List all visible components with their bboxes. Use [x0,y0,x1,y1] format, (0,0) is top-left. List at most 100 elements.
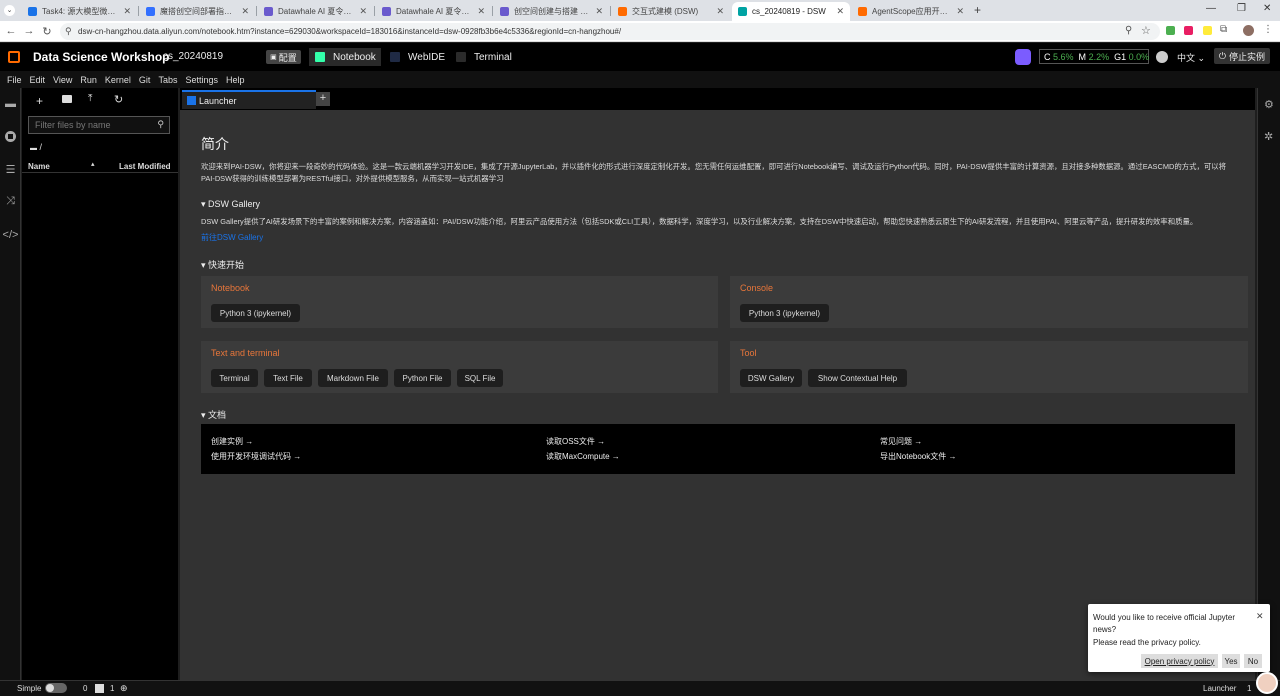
folder-icon[interactable]: ▬ [4,97,17,110]
open-privacy-policy-button[interactable]: Open privacy policy [1141,654,1218,668]
instance-name: cs_20240819 [163,51,224,62]
column-header-modified[interactable]: Last Modified [119,162,171,171]
browser-tab[interactable]: Datawhale AI 夏令营第四期 - 大模型应用开发✕ [376,2,491,21]
assistant-avatar[interactable] [1256,672,1278,694]
site-info-icon[interactable]: ⚲ [65,26,72,37]
menu-view[interactable]: View [53,75,72,85]
close-icon[interactable]: ✕ [123,6,131,17]
new-folder-icon[interactable] [62,95,72,103]
docs-section-toggle[interactable]: ▾ 文档 [201,408,226,421]
upload-icon[interactable]: ⤒ [88,93,92,104]
close-icon[interactable]: ✕ [716,6,724,17]
code-icon[interactable]: </> [3,228,19,241]
maximize-icon[interactable]: ❐ [1237,3,1246,14]
browser-tab[interactable]: Datawhale AI 夏令营第四期 - 大模型应用开发✕ [258,2,373,21]
gallery-section-toggle[interactable]: ▾ DSW Gallery [201,199,260,210]
forward-icon[interactable]: → [22,25,36,37]
property-inspector-icon[interactable]: ⚙ [1264,98,1274,111]
new-launcher-icon[interactable]: + [36,94,43,108]
address-bar: ← → ↻ dsw-cn-hangzhou.data.aliyun.com/no… [0,21,1280,42]
tab-webide[interactable]: WebIDE [386,48,448,66]
config-button[interactable]: ▣ 配置 [266,50,301,64]
doc-link[interactable]: 创建实例 → [211,436,253,447]
close-icon[interactable]: ✕ [359,6,367,17]
url-input[interactable]: dsw-cn-hangzhou.data.aliyun.com/notebook… [60,23,1160,40]
globe-icon[interactable]: ⊕ [120,683,128,694]
python-file-button[interactable]: Python File [394,369,451,387]
browser-tab[interactable]: AgentScope应用开发入门 - 飞书✕ [852,2,970,21]
toc-icon[interactable]: ☰ [4,163,17,176]
extension-manager-icon[interactable]: ⤨ [4,195,17,208]
doc-link[interactable]: 常见问题 → [880,436,922,447]
bookmark-star-icon[interactable]: ☆ [1141,24,1151,37]
window-close-icon[interactable]: ✕ [1263,3,1271,14]
tab-search-icon[interactable]: ⌄ [4,5,15,16]
no-button[interactable]: No [1244,654,1262,668]
menu-tabs[interactable]: Tabs [158,75,177,85]
launcher-content: 简介 欢迎来到PAI-DSW，你将迎来一段奇妙的代码体验。这是一款云端机器学习开… [180,110,1255,680]
menu-file[interactable]: File [7,75,22,85]
close-icon[interactable]: ✕ [956,6,964,17]
extension-icon[interactable] [1166,26,1175,35]
launcher-panel: 简介 欢迎来到PAI-DSW，你将迎来一段奇妙的代码体验。这是一款云端机器学习开… [180,110,1255,680]
stop-instance-button[interactable]: ⏻ 停止实例 [1214,48,1270,64]
text-file-button[interactable]: Text File [264,369,312,387]
filter-files-input[interactable]: Filter files by name ⚲ [28,116,170,134]
breadcrumb[interactable]: ▬ / [30,142,42,152]
menu-edit[interactable]: Edit [30,75,46,85]
menu-kernel[interactable]: Kernel [105,75,131,85]
yes-button[interactable]: Yes [1222,654,1240,668]
markdown-file-button[interactable]: Markdown File [318,369,388,387]
menu-settings[interactable]: Settings [185,75,218,85]
contextual-help-button[interactable]: Show Contextual Help [808,369,907,387]
new-tab-button[interactable]: + [316,92,330,106]
extension-icon[interactable] [1184,26,1193,35]
profile-avatar[interactable] [1243,25,1254,36]
doc-link[interactable]: 导出Notebook文件 → [880,451,956,462]
language-select[interactable]: 中文 ⌄ [1177,51,1205,64]
extension-icon[interactable] [1203,26,1212,35]
quick-start-toggle[interactable]: ▾ 快速开始 [201,258,244,271]
assistant-icon[interactable] [1015,49,1031,65]
simple-mode-toggle[interactable] [45,683,67,693]
menu-run[interactable]: Run [80,75,97,85]
browser-tab-active[interactable]: cs_20240819 - DSW ✕ [732,2,850,21]
back-icon[interactable]: ← [4,25,18,37]
zoom-icon[interactable]: ⚲ [1125,25,1132,36]
tab-notebook[interactable]: Notebook [309,48,381,66]
refresh-icon[interactable]: ↻ [114,93,123,106]
tab-terminal[interactable]: Terminal [452,48,514,66]
python3-notebook-button[interactable]: Python 3 (ipykernel) [211,304,300,322]
close-icon[interactable]: ✕ [836,6,844,17]
extensions-puzzle-icon[interactable]: ⧉ [1220,24,1227,35]
doc-link[interactable]: 使用开发环境调试代码 → [211,451,301,462]
browser-tab[interactable]: 创空间创建与搭建 · 文档中心✕ [494,2,609,21]
menu-bar: File Edit View Run Kernel Git Tabs Setti… [0,71,1280,88]
close-icon[interactable]: ✕ [241,6,249,17]
gallery-link[interactable]: 前往DSW Gallery [201,232,263,243]
close-icon[interactable]: ✕ [595,6,603,17]
new-tab-icon[interactable]: + [974,3,981,17]
browser-tab[interactable]: 交互式建模 (DSW) ✕ [612,2,730,21]
dsw-gallery-button[interactable]: DSW Gallery [740,369,802,387]
close-icon[interactable]: ✕ [477,6,485,17]
menu-help[interactable]: Help [226,75,245,85]
reload-icon[interactable]: ↻ [40,25,54,38]
minimize-icon[interactable]: — [1206,3,1216,14]
running-icon[interactable] [4,130,17,143]
menu-git[interactable]: Git [139,75,151,85]
tab-launcher[interactable]: Launcher [182,90,316,109]
browser-menu-icon[interactable]: ⋮ [1263,24,1273,35]
browser-tab[interactable]: Task4: 源大模型微调实战·知乎✕ [22,2,137,21]
doc-link[interactable]: 读取OSS文件 → [546,436,605,447]
user-avatar[interactable] [1156,51,1168,63]
doc-link[interactable]: 读取MaxCompute → [546,451,620,462]
python3-console-button[interactable]: Python 3 (ipykernel) [740,304,829,322]
close-icon[interactable]: ✕ [1256,611,1264,622]
debugger-icon[interactable]: ✲ [1264,130,1273,143]
terminal-button[interactable]: Terminal [211,369,258,387]
notebook-card: Notebook Python 3 (ipykernel) [201,276,718,328]
sql-file-button[interactable]: SQL File [457,369,503,387]
browser-tab[interactable]: 魔搭创空间部署指南 - 飞书云文档✕ [140,2,255,21]
column-header-name[interactable]: Name [28,162,50,171]
